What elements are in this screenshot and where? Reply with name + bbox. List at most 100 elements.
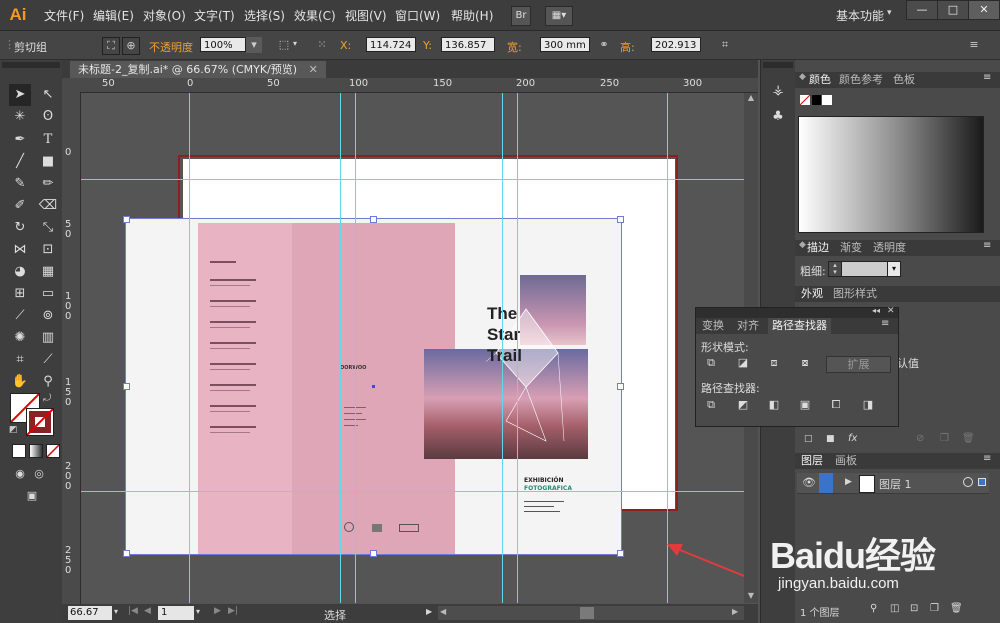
tab-pathfinder[interactable]: 路径查找器: [768, 318, 831, 334]
toolbar-grip[interactable]: [2, 62, 60, 68]
stroke-weight-dropdown-icon[interactable]: ▾: [887, 261, 901, 277]
menu-edit[interactable]: 编辑(E): [93, 7, 134, 24]
resize-handle[interactable]: [123, 550, 130, 557]
slice-tool-icon[interactable]: ⟋: [37, 349, 59, 371]
scroll-thumb[interactable]: [580, 607, 594, 619]
panel-grip[interactable]: [763, 62, 793, 68]
magic-wand-tool-icon[interactable]: ✳: [9, 106, 31, 128]
recolor-icon[interactable]: ⬚: [276, 37, 292, 53]
free-transform-tool-icon[interactable]: ⊡: [37, 239, 59, 261]
layer-name[interactable]: 图层 1: [879, 476, 912, 492]
chevron-down-icon[interactable]: ▾: [196, 607, 200, 616]
selection-tool-icon[interactable]: ➤: [9, 84, 31, 106]
panel-menu-icon[interactable]: ≡: [966, 37, 982, 53]
scroll-right-arrow-icon[interactable]: ▶: [732, 607, 738, 616]
maximize-button[interactable]: □: [937, 0, 969, 20]
none-color-swatch[interactable]: [800, 95, 810, 105]
zoom-field[interactable]: 66.67: [68, 606, 112, 620]
link-proportions-icon[interactable]: ⚭: [596, 37, 612, 53]
menu-window[interactable]: 窗口(W): [395, 7, 440, 24]
tab-transparency[interactable]: 透明度: [873, 240, 906, 256]
lasso-tool-icon[interactable]: ʘ: [37, 106, 59, 128]
new-layer-icon[interactable]: ❐: [930, 603, 939, 614]
rotate-tool-icon[interactable]: ↻: [9, 217, 31, 239]
color-mode-icon[interactable]: [12, 444, 26, 458]
workspace-switcher[interactable]: 基本功能: [836, 7, 884, 24]
guide-vertical[interactable]: [502, 93, 503, 603]
canvas-area[interactable]: OORWOO The Star Trail EXHIBICIÓN FOTOGRA…: [81, 93, 744, 603]
resize-handle[interactable]: [123, 216, 130, 223]
scroll-left-arrow-icon[interactable]: ◀: [440, 607, 446, 616]
guide-vertical[interactable]: [189, 93, 190, 603]
vertical-ruler[interactable]: 0 50 100 150 200 250: [62, 92, 81, 604]
eyedropper-tool-icon[interactable]: ⟋: [9, 305, 31, 327]
reference-point-icon[interactable]: ⁙: [314, 37, 330, 53]
line-tool-icon[interactable]: ╱: [9, 151, 31, 173]
tab-gradient[interactable]: 渐变: [840, 240, 862, 256]
pencil-tool-icon[interactable]: ✏: [37, 173, 59, 195]
minimize-button[interactable]: —: [906, 0, 938, 20]
edit-contents-icon[interactable]: ⊕: [122, 37, 140, 55]
menu-file[interactable]: 文件(F): [44, 7, 84, 24]
layer-lock-cell[interactable]: [819, 473, 833, 493]
menu-select[interactable]: 选择(S): [244, 7, 285, 24]
y-field[interactable]: 136.857: [441, 37, 495, 52]
expand-layer-icon[interactable]: ▶: [845, 477, 852, 487]
isolate-group-icon[interactable]: ⛶: [102, 37, 120, 55]
make-clipping-mask-icon[interactable]: ◫: [890, 603, 899, 614]
zoom-tool-icon[interactable]: ⚲: [37, 371, 59, 393]
white-swatch[interactable]: [822, 95, 832, 105]
bridge-button[interactable]: Br: [511, 6, 531, 26]
tab-appearance[interactable]: 外观: [801, 286, 823, 302]
prev-artboard-icon[interactable]: ◀: [144, 606, 151, 616]
mesh-tool-icon[interactable]: ⊞: [9, 283, 31, 305]
tab-color-guide[interactable]: 颜色参考: [839, 72, 883, 88]
height-field[interactable]: 202.913: [651, 37, 701, 52]
minus-front-icon[interactable]: ◪: [733, 354, 753, 372]
transform-icon[interactable]: ⌗: [717, 37, 733, 53]
chevron-down-icon[interactable]: ▾: [293, 39, 297, 48]
symbols-panel-icon[interactable]: ♣: [767, 106, 789, 128]
layer-row[interactable]: 👁 ▶ 图层 1: [797, 473, 989, 494]
chevron-down-icon[interactable]: ▾: [114, 607, 118, 616]
swap-fill-stroke-icon[interactable]: ⤾: [43, 393, 51, 404]
panel-menu-icon[interactable]: ≡: [881, 318, 889, 329]
document-tab[interactable]: 未标题-2_复制.ai* @ 66.67% (CMYK/预览) ✕: [70, 61, 326, 78]
x-field[interactable]: 114.724: [366, 37, 416, 52]
tab-graphic-styles[interactable]: 图形样式: [833, 286, 877, 302]
artboard-number-field[interactable]: 1: [158, 606, 194, 620]
arrange-documents-button[interactable]: ▦▾: [545, 6, 573, 26]
menu-view[interactable]: 视图(V): [345, 7, 387, 24]
blob-brush-tool-icon[interactable]: ✐: [9, 195, 31, 217]
selection-bounding-box[interactable]: [123, 216, 624, 557]
tab-color[interactable]: 颜色: [809, 72, 831, 88]
collapse-icon[interactable]: ◂◂: [872, 306, 880, 315]
rectangle-tool-icon[interactable]: ■: [37, 151, 59, 173]
guide-vertical[interactable]: [355, 93, 356, 603]
eraser-tool-icon[interactable]: ⌫: [37, 195, 59, 217]
next-artboard-icon[interactable]: ▶: [214, 606, 221, 616]
brushes-panel-icon[interactable]: ⚶: [767, 80, 789, 102]
draw-behind-icon[interactable]: ◎: [28, 463, 50, 485]
new-sublayer-icon[interactable]: ⊡: [910, 603, 918, 614]
blend-tool-icon[interactable]: ⊚: [37, 305, 59, 327]
panel-menu-icon[interactable]: ≡: [983, 240, 991, 251]
close-tab-icon[interactable]: ✕: [309, 63, 318, 76]
guide-vertical[interactable]: [667, 93, 668, 603]
pen-tool-icon[interactable]: ✒: [9, 129, 31, 151]
stroke-weight-field[interactable]: [841, 261, 889, 277]
tab-layers[interactable]: 图层: [801, 453, 823, 469]
panel-menu-icon[interactable]: ≡: [983, 453, 991, 464]
perspective-grid-tool-icon[interactable]: ▦: [37, 261, 59, 283]
opacity-label[interactable]: 不透明度: [149, 39, 193, 55]
guide-vertical[interactable]: [517, 93, 518, 603]
opacity-field[interactable]: 100%: [200, 37, 246, 52]
add-fill-icon[interactable]: ■: [826, 434, 835, 444]
exclude-icon[interactable]: ⧇: [795, 354, 815, 372]
artboard-tool-icon[interactable]: ⌗: [9, 349, 31, 371]
horizontal-scrollbar[interactable]: ◀ ▶: [438, 606, 744, 620]
tab-swatches[interactable]: 色板: [893, 72, 915, 88]
duplicate-item-icon[interactable]: ❐: [940, 433, 949, 444]
intersect-icon[interactable]: ⧈: [764, 354, 784, 372]
stroke-swatch[interactable]: [26, 408, 54, 436]
